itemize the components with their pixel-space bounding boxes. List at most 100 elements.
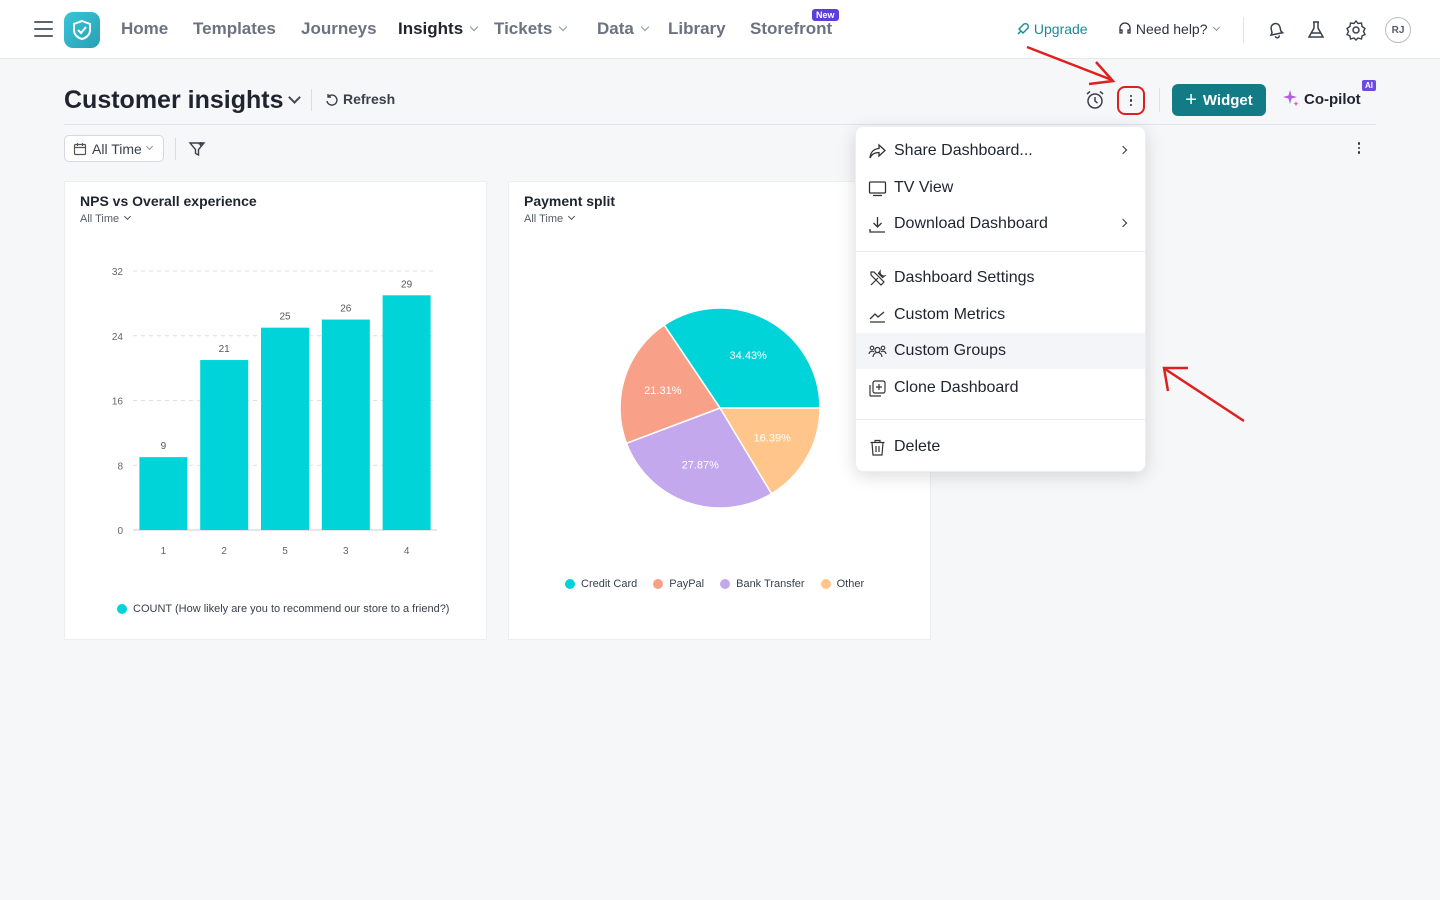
group-icon: [868, 345, 887, 358]
filter-more-options-icon[interactable]: [1352, 142, 1366, 154]
dot: [1129, 99, 1133, 102]
download-icon: [869, 217, 885, 233]
bar-chart: 0816243291212255263294: [112, 267, 437, 557]
need-help-label: Need help?: [1135, 21, 1208, 37]
chevron-down-icon: [559, 22, 568, 32]
nav-library[interactable]: Library: [668, 19, 726, 39]
legend-item[interactable]: Credit Card: [565, 578, 637, 590]
nav-data-label: Data: [597, 19, 634, 38]
chevron-right-icon: [1118, 145, 1128, 155]
nav-journeys[interactable]: Journeys: [301, 19, 377, 39]
legend-swatch: [653, 579, 664, 589]
menu-item-dashboard-settings[interactable]: Dashboard Settings: [856, 260, 1145, 296]
nav-insights[interactable]: Insights: [398, 19, 479, 39]
chevron-down-icon: [124, 212, 132, 221]
menu-item-download-dashboard[interactable]: Download Dashboard: [856, 206, 1145, 242]
time-filter-label: All Time: [92, 140, 142, 157]
menu-item-label: Share Dashboard...: [894, 142, 1033, 159]
menu-item-tv-view[interactable]: TV View: [856, 170, 1145, 206]
hamburger-menu-icon[interactable]: [34, 21, 53, 37]
dot: [1357, 142, 1361, 145]
menu-item-label: Dashboard Settings: [894, 269, 1035, 286]
refresh-icon: [326, 94, 338, 106]
nav-tickets[interactable]: Tickets: [494, 19, 568, 39]
y-tick-label: 16: [112, 397, 124, 408]
menu-divider: [856, 419, 1145, 420]
upgrade-label: Upgrade: [1033, 21, 1088, 37]
add-widget-button[interactable]: + Widget: [1172, 84, 1266, 116]
chevron-down-icon: [145, 142, 153, 151]
legend-label: Other: [836, 578, 865, 590]
more-options-button[interactable]: [1117, 86, 1145, 115]
dot: [1357, 151, 1361, 154]
bar-value-label: 29: [401, 279, 413, 290]
refresh-button[interactable]: Refresh: [325, 91, 395, 107]
rocket-icon: [1017, 23, 1029, 35]
app-logo[interactable]: [64, 12, 100, 48]
legend-item[interactable]: PayPal: [653, 578, 704, 590]
top-nav-bar: Home Templates Journeys Insights Tickets…: [0, 0, 1440, 59]
copilot-label: Co-pilot: [1304, 91, 1361, 108]
menu-item-delete[interactable]: Delete: [856, 429, 1145, 465]
y-tick-label: 8: [117, 461, 123, 472]
legend-label: PayPal: [669, 578, 705, 590]
chevron-right-icon: [1118, 218, 1128, 228]
menu-item-custom-groups[interactable]: Custom Groups: [856, 333, 1145, 369]
bar-value-label: 25: [279, 312, 291, 323]
card-title: NPS vs Overall experience: [80, 193, 257, 209]
annotation-arrow: [1162, 366, 1245, 423]
need-help-button[interactable]: Need help?: [1118, 21, 1220, 37]
nps-chart-card[interactable]: NPS vs Overall experience All Time 0 8 16 2…: [64, 181, 487, 640]
dashboard-options-menu: Share Dashboard... TV View Download Dash…: [855, 126, 1146, 472]
menu-item-custom-metrics[interactable]: Custom Metrics: [856, 297, 1145, 333]
nav-templates[interactable]: Templates: [193, 19, 276, 39]
legend-item[interactable]: Bank Transfer: [720, 578, 805, 590]
bar-value-label: 9: [161, 441, 167, 452]
filter-icon[interactable]: [188, 140, 206, 158]
nav-home[interactable]: Home: [121, 19, 168, 39]
time-filter-dropdown[interactable]: All Time: [64, 135, 164, 162]
card-time-filter[interactable]: All Time: [80, 212, 132, 225]
nav-insights-label: Insights: [398, 19, 464, 38]
legend-swatch: [117, 604, 127, 614]
legend-item[interactable]: Other: [820, 578, 865, 590]
notification-bell-icon[interactable]: [1265, 19, 1287, 41]
menu-item-clone-dashboard[interactable]: Clone Dashboard: [856, 370, 1145, 406]
share-icon: [869, 143, 886, 159]
new-badge: New: [812, 9, 839, 21]
upgrade-link[interactable]: Upgrade: [1016, 21, 1088, 37]
user-avatar[interactable]: RJ: [1385, 17, 1411, 43]
trend-icon: [869, 311, 885, 323]
trash-icon: [870, 439, 885, 456]
slice-label: 21.31%: [644, 385, 682, 397]
legend-swatch: [820, 579, 831, 589]
settings-gear-icon[interactable]: [1345, 19, 1367, 41]
slice-label: 27.87%: [682, 460, 720, 472]
menu-item-label: Clone Dashboard: [894, 379, 1019, 396]
card-time-filter[interactable]: All Time: [524, 212, 576, 225]
card-time-label: All Time: [524, 213, 564, 225]
ai-badge: AI: [1362, 80, 1376, 91]
menu-item-label: TV View: [894, 179, 954, 196]
legend-swatch: [720, 579, 731, 589]
plus-icon: +: [1185, 89, 1197, 111]
header-divider: [64, 124, 1376, 125]
menu-item-share-dashboard[interactable]: Share Dashboard...: [856, 133, 1145, 169]
nav-data[interactable]: Data: [597, 19, 650, 39]
nav-storefront[interactable]: Storefront: [750, 19, 832, 39]
clone-icon: [869, 380, 886, 397]
x-tick-label: 2: [221, 546, 227, 557]
slice-label: 34.43%: [730, 350, 768, 362]
headset-icon: [1119, 22, 1131, 34]
bar-legend[interactable]: COUNT (How likely are you to recommend o…: [117, 603, 449, 615]
chevron-down-icon[interactable]: [288, 91, 301, 104]
page-title[interactable]: Customer insights: [64, 86, 283, 115]
alarm-clock-icon[interactable]: [1084, 89, 1106, 111]
bar-value-label: 26: [340, 304, 352, 315]
y-tick-label: 24: [112, 332, 124, 343]
card-time-label: All Time: [80, 213, 120, 225]
copilot-button[interactable]: Co-pilot: [1282, 89, 1361, 108]
x-tick-label: 1: [161, 546, 167, 557]
menu-divider: [856, 251, 1145, 252]
flask-icon[interactable]: [1305, 19, 1327, 41]
